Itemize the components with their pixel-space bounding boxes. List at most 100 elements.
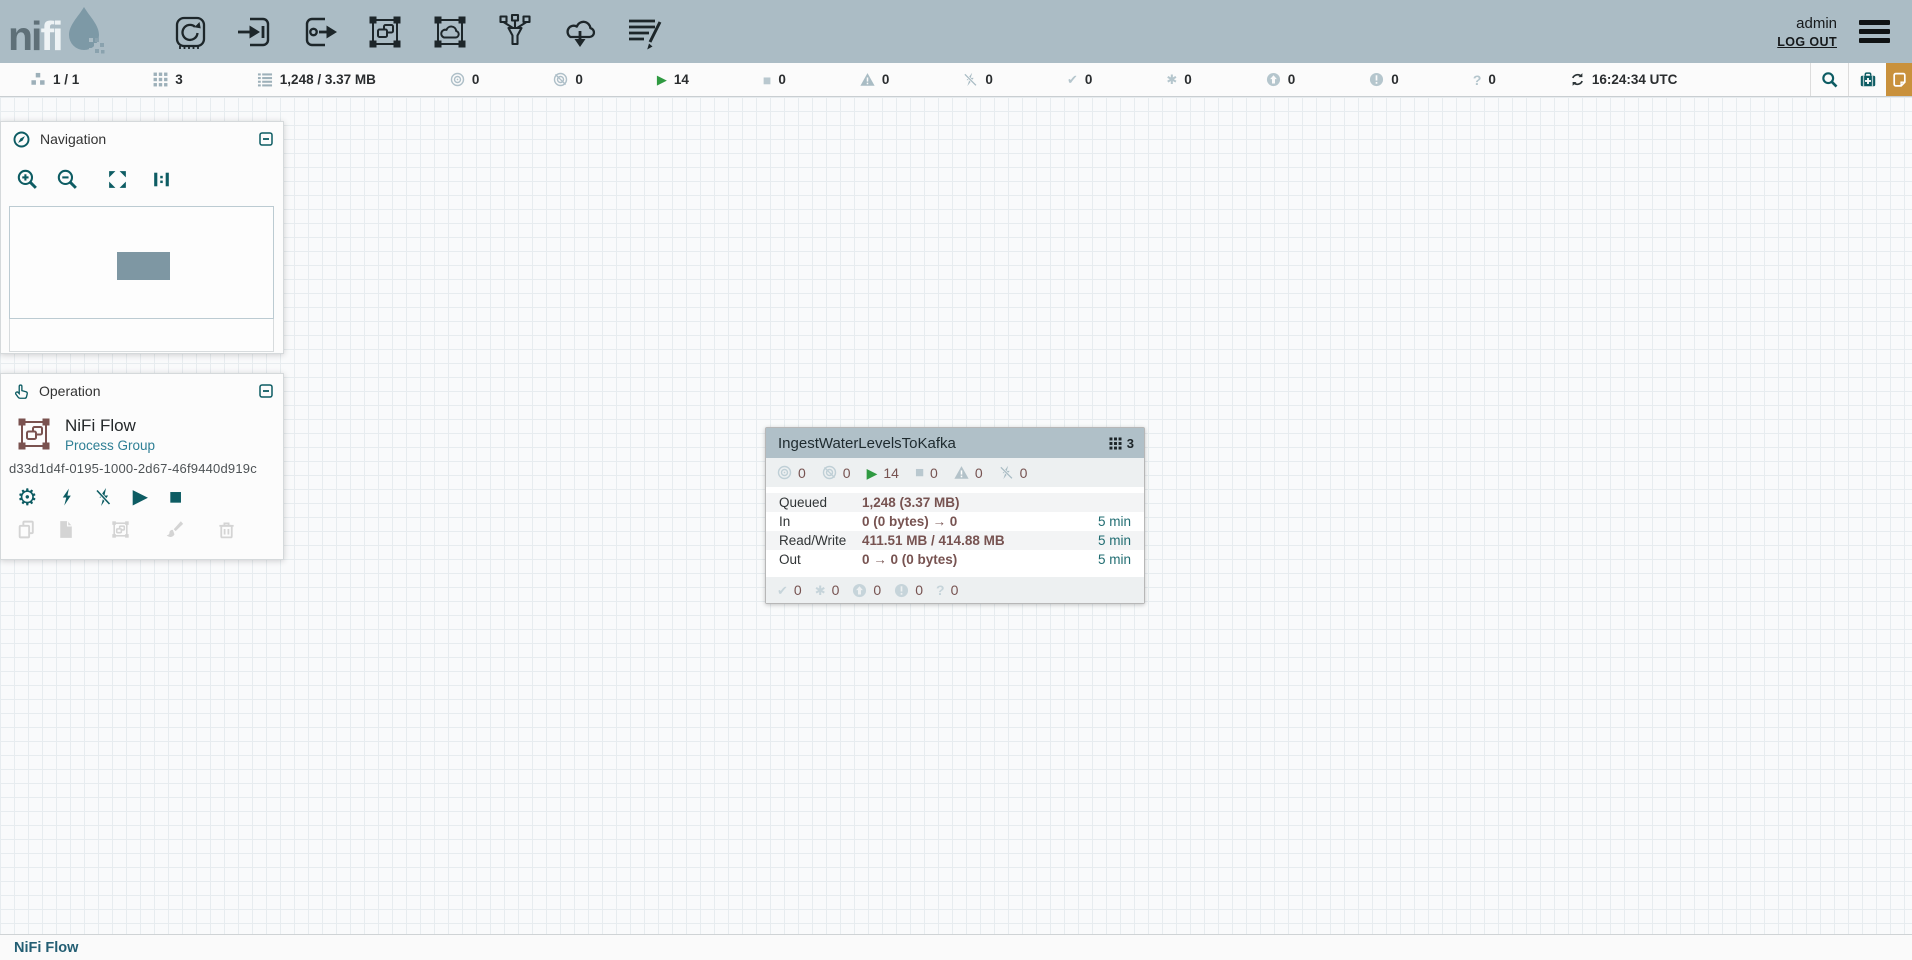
zoom-out-button[interactable] (56, 168, 79, 191)
bolt-slash-icon (95, 487, 112, 507)
selection-type: Process Group (65, 436, 155, 453)
flow-analysis-button[interactable] (1848, 63, 1886, 96)
invalid-warning-icon (860, 72, 875, 87)
running-icon: ▶ (867, 466, 878, 480)
search-icon (1821, 71, 1838, 88)
refresh-icon (1570, 72, 1585, 87)
operation-secondary-actions (1, 507, 283, 540)
logout-link[interactable]: LOG OUT (1777, 35, 1837, 49)
remote-process-group-tool-icon[interactable] (430, 12, 470, 52)
transmitting-icon (450, 72, 465, 87)
navigation-collapse-button[interactable] (258, 131, 274, 147)
process-group-tool-icon[interactable] (365, 12, 405, 52)
status-stale: 0 (1266, 72, 1296, 87)
birdseye-footer (9, 319, 274, 352)
nifi-droplet-icon (61, 5, 107, 57)
zoom-fit-icon (106, 168, 129, 191)
locally-modified-icon: ✱ (1166, 73, 1177, 86)
disabled-bolt-slash-icon (999, 465, 1014, 480)
current-user: admin (1796, 15, 1837, 32)
running-icon: ▶ (657, 73, 667, 86)
pg-up-to-date: ✔ 0 (777, 582, 802, 598)
paste-button[interactable] (55, 519, 76, 540)
status-refresh[interactable]: 16:24:34 UTC (1570, 72, 1678, 87)
input-port-tool-icon[interactable] (235, 12, 275, 52)
hand-pointer-icon (13, 383, 29, 400)
invalid-warning-icon (954, 465, 969, 480)
collapse-icon (258, 131, 274, 147)
navigation-zoom-controls (1, 156, 283, 191)
pg-transmitting: 0 (777, 465, 806, 481)
flow-status-bar: 1 / 1 3 1,248 / 3.37 MB 0 (0, 63, 1912, 97)
operation-collapse-button[interactable] (258, 383, 274, 399)
group-frame-icon (110, 519, 131, 540)
status-active-threads: 3 (153, 72, 183, 87)
sync-failure-icon: ? (1473, 73, 1482, 87)
locally-modified-icon: ✱ (815, 584, 826, 597)
stopped-icon: ■ (763, 73, 771, 87)
delete-button[interactable] (216, 519, 237, 540)
output-port-tool-icon[interactable] (300, 12, 340, 52)
birdseye-minimap[interactable] (9, 206, 274, 319)
stale-arrow-up-icon (1266, 72, 1281, 87)
bulletin-note-button[interactable] (1886, 63, 1912, 96)
stat-row-read-write: Read/Write 411.51 MB / 414.88 MB 5 min (766, 531, 1144, 550)
process-group-version-states: ✔ 0 ✱ 0 0 0 ? (766, 577, 1144, 603)
pg-locally-modified-and-stale: 0 (894, 582, 923, 598)
not-transmitting-icon (822, 465, 837, 480)
status-sync-failure: ? 0 (1473, 72, 1496, 87)
threads-grid-icon (153, 72, 168, 87)
stat-row-in: In 0 (0 bytes) → 0 5 min (766, 512, 1144, 531)
paste-icon (55, 519, 76, 540)
label-tool-icon[interactable] (625, 12, 665, 52)
breadcrumb[interactable]: NiFi Flow (14, 940, 78, 956)
birdseye-viewport-rect[interactable] (117, 252, 170, 280)
group-button[interactable] (110, 519, 131, 540)
search-button[interactable] (1810, 63, 1848, 96)
processor-tool-icon[interactable] (170, 12, 210, 52)
zoom-in-button[interactable] (16, 168, 39, 191)
zoom-fit-button[interactable] (106, 168, 129, 191)
disabled-bolt-slash-icon (963, 72, 978, 87)
template-tool-icon[interactable] (560, 12, 600, 52)
enable-button[interactable] (59, 487, 74, 507)
disable-button[interactable] (95, 487, 112, 507)
status-cluster: 1 / 1 (30, 72, 79, 87)
status-items: 1 / 1 3 1,248 / 3.37 MB 0 (0, 63, 1810, 96)
operation-panel-header: Operation (1, 374, 283, 408)
selection-id: d33d1d4f-0195-1000-2d67-46f9440d919c (1, 454, 283, 476)
operation-actions: ⚙ ▶ ■ (1, 476, 283, 507)
process-group-node[interactable]: IngestWaterLevelsToKafka 3 0 (765, 427, 1145, 604)
process-group-version-count: 3 (1109, 436, 1134, 451)
status-up-to-date: ✔ 0 (1067, 72, 1092, 87)
operation-panel-title: Operation (39, 383, 248, 399)
process-group-name: IngestWaterLevelsToKafka (778, 435, 1109, 452)
copy-button[interactable] (16, 519, 37, 540)
stat-row-out: Out 0 → 0 (0 bytes) 5 min (766, 550, 1144, 569)
pg-locally-modified: ✱ 0 (815, 582, 840, 598)
navigation-panel-header: Navigation (1, 122, 283, 156)
stop-button[interactable]: ■ (169, 487, 182, 507)
status-locally-modified: ✱ 0 (1166, 72, 1191, 87)
global-menu-icon[interactable] (1855, 16, 1894, 47)
configure-button[interactable]: ⚙ (17, 487, 38, 507)
status-invalid: 0 (860, 72, 890, 87)
header-right: admin LOG OUT (1777, 15, 1912, 49)
pg-invalid: 0 (954, 465, 983, 481)
funnel-tool-icon[interactable] (495, 12, 535, 52)
zoom-actual-size-button[interactable] (150, 168, 173, 191)
component-toolbar (170, 12, 665, 52)
color-button[interactable] (163, 519, 184, 540)
cluster-icon (30, 72, 46, 87)
process-group-icon (14, 414, 54, 454)
nifi-logo: nifi (0, 1, 152, 63)
process-group-stats: Queued 1,248 (3.37 MB) In 0 (0 bytes) → … (766, 487, 1144, 569)
sync-failure-icon: ? (936, 583, 945, 597)
process-group-header: IngestWaterLevelsToKafka 3 (766, 428, 1144, 458)
start-button[interactable]: ▶ (133, 487, 148, 507)
stat-row-queued: Queued 1,248 (3.37 MB) (766, 493, 1144, 512)
zoom-out-icon (56, 168, 79, 191)
breadcrumb-bar: NiFi Flow (0, 934, 1912, 960)
status-disabled: 0 (963, 72, 993, 87)
flow-canvas[interactable]: Navigation (0, 97, 1912, 934)
